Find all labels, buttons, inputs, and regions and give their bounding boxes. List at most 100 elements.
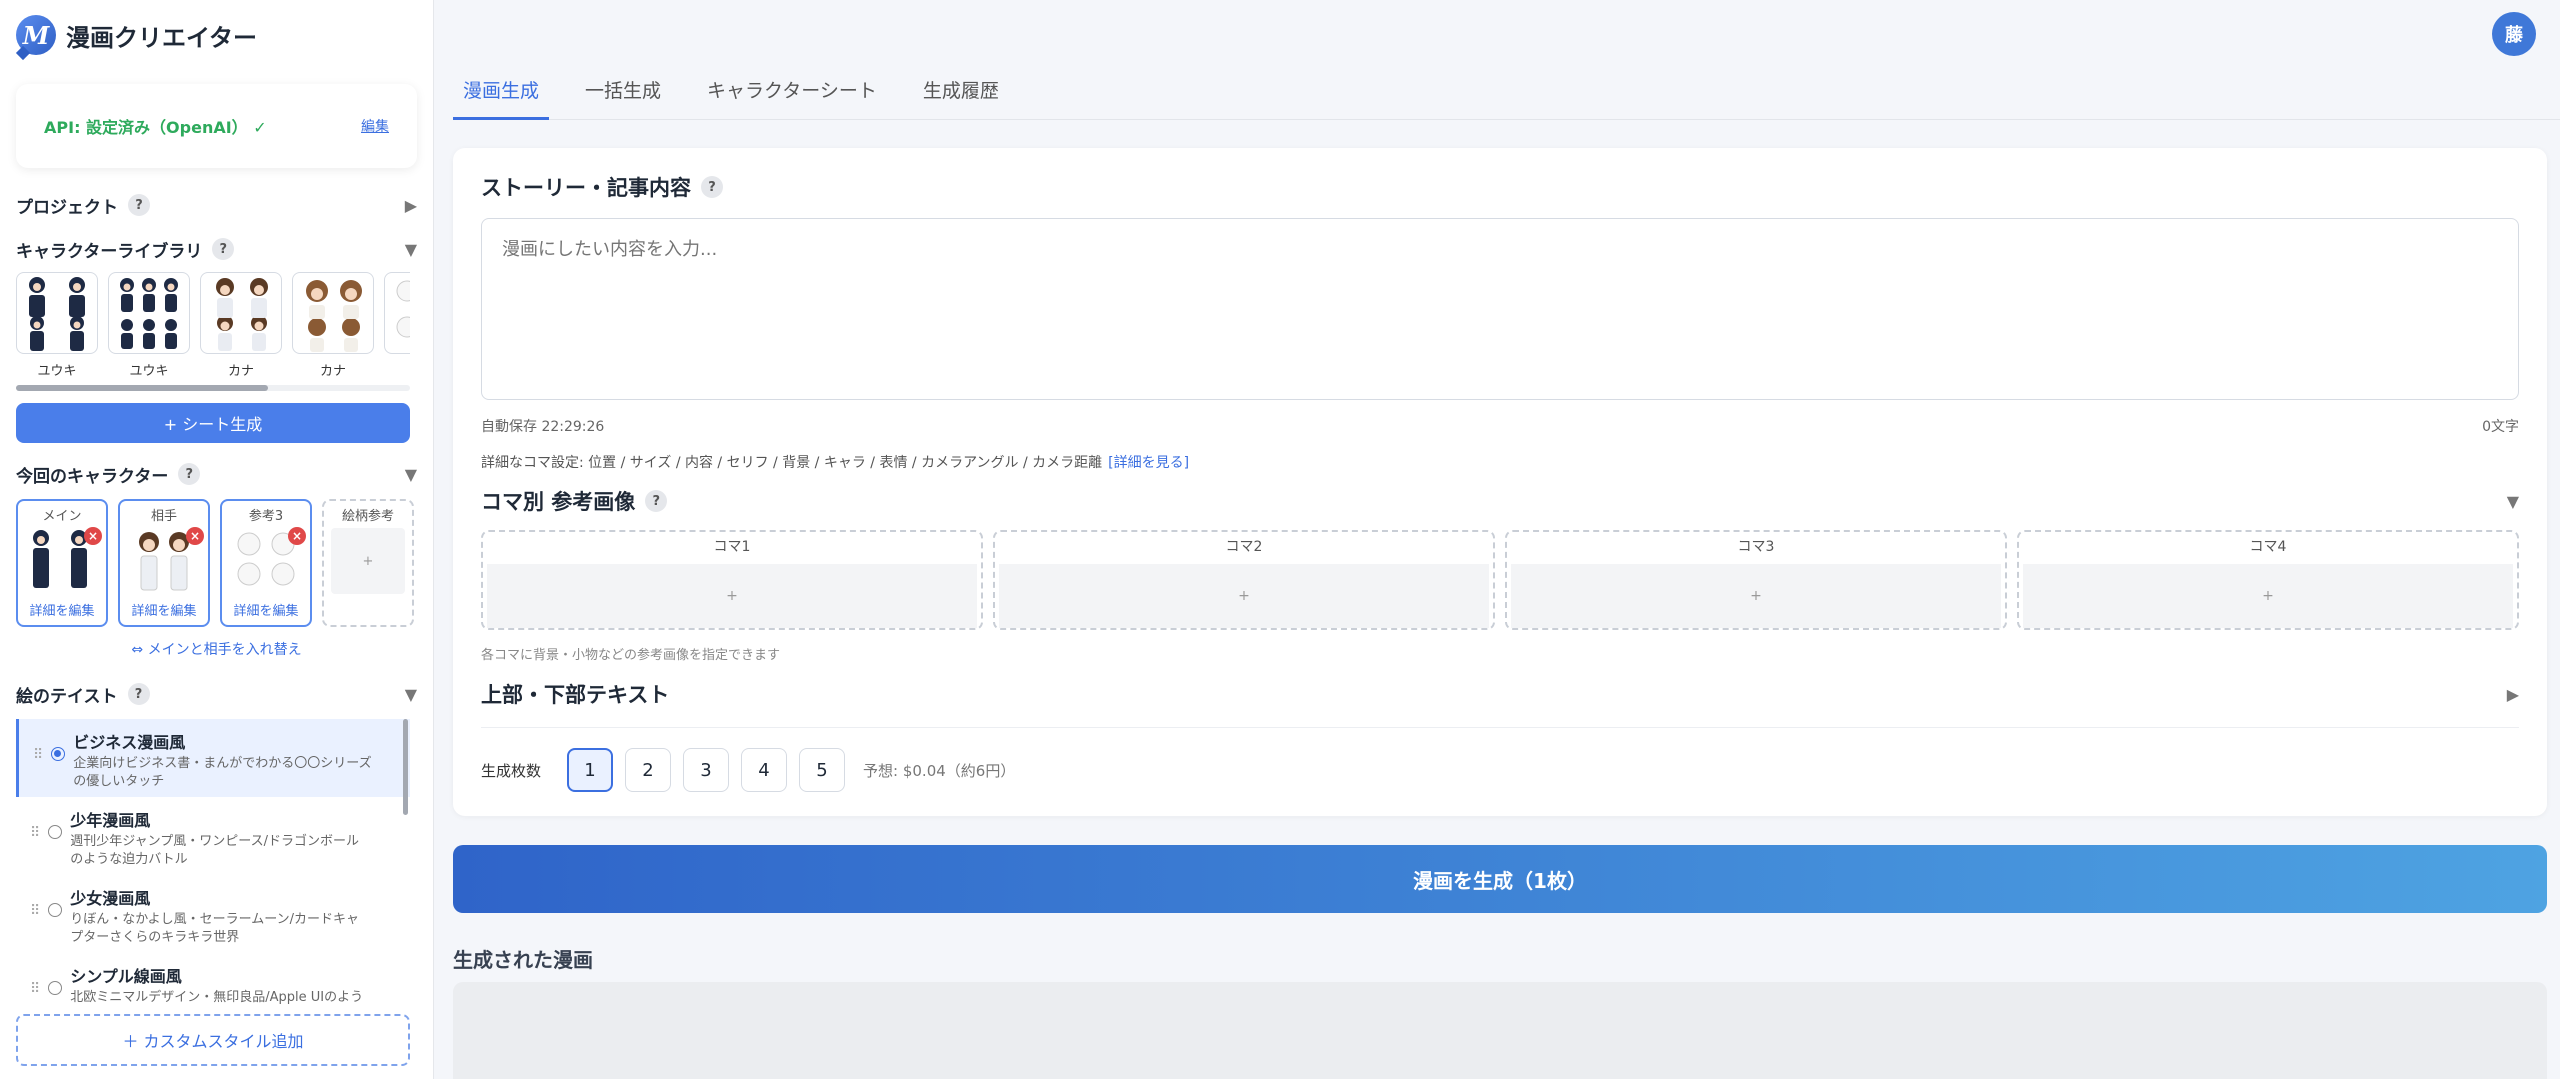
count-option-1[interactable]: 1 bbox=[567, 748, 614, 792]
style-section-header[interactable]: 絵のテイスト ? ▼ bbox=[16, 679, 417, 709]
koma-ref-list: コマ1 + コマ2 + コマ3 + コマ4 + bbox=[481, 530, 2519, 630]
swap-characters-link[interactable]: ⇔ メインと相手を入れ替え bbox=[16, 639, 417, 659]
generate-manga-button[interactable]: 漫画を生成（1枚） bbox=[453, 845, 2547, 913]
style-option[interactable]: ⠿ 少年漫画風 週刊少年ジャンプ風・ワンピース/ドラゴンボールのような迫力バトル bbox=[16, 797, 410, 875]
add-icon[interactable]: + bbox=[487, 564, 977, 628]
detail-settings: 詳細なコマ設定: 位置 / サイズ / 内容 / セリフ / 背景 / キャラ … bbox=[481, 452, 2519, 472]
expand-arrow-icon[interactable]: ▶ bbox=[2507, 685, 2519, 704]
koma-ref-slot[interactable]: コマ4 + bbox=[2017, 530, 2519, 630]
library-scrollbar[interactable] bbox=[16, 385, 410, 391]
current-characters-list: メイン 詳細を編集 × 相手 詳細を編集 × 参考3 詳細を編集 × 絵柄参考 … bbox=[16, 499, 417, 627]
add-custom-style-button[interactable]: ＋ カスタムスタイル追加 bbox=[16, 1014, 410, 1066]
slot-label: メイン bbox=[42, 509, 82, 524]
user-avatar[interactable]: 藤 bbox=[2492, 12, 2536, 56]
style-name: 少年漫画風 bbox=[70, 811, 151, 830]
library-section-header[interactable]: キャラクターライブラリ ? ▼ bbox=[16, 234, 417, 264]
style-radio[interactable] bbox=[51, 747, 66, 761]
api-status-card: API: 設定済み（OpenAI） ✓ 編集 bbox=[16, 84, 417, 168]
drag-handle-icon[interactable]: ⠿ bbox=[30, 981, 40, 997]
koma-ref-slot[interactable]: コマ1 + bbox=[481, 530, 983, 630]
help-icon[interactable]: ? bbox=[645, 490, 668, 512]
style-list-scrollbar[interactable] bbox=[403, 719, 408, 815]
edit-details-link[interactable]: 詳細を編集 bbox=[18, 600, 106, 619]
style-section-title: 絵のテイスト bbox=[16, 686, 118, 707]
main-tabs: 漫画生成 一括生成 キャラクターシート 生成履歴 bbox=[453, 66, 2560, 120]
koma-ref-slot[interactable]: コマ2 + bbox=[993, 530, 1495, 630]
add-icon[interactable]: + bbox=[1511, 564, 2001, 628]
style-option[interactable]: ⠿ 少女漫画風 りぼん・なかよし風・セーラームーン/カードキャプターさくらのキラ… bbox=[16, 875, 410, 953]
style-option[interactable]: ⠿ ビジネス漫画風 企業向けビジネス書・まんがでわかる〇〇シリーズの優しいタッチ bbox=[16, 719, 410, 797]
remove-icon[interactable]: × bbox=[84, 527, 102, 545]
koma-ref-slot[interactable]: コマ3 + bbox=[1505, 530, 2007, 630]
style-option[interactable]: ⠿ シンプル線画風 北欧ミニマルデザイン・無印良品/Apple UIのよう bbox=[16, 953, 410, 1009]
project-section-title: プロジェクト bbox=[16, 197, 118, 218]
tab-character-sheet[interactable]: キャラクターシート bbox=[697, 66, 887, 120]
project-section-header[interactable]: プロジェクト ? ▶ bbox=[16, 190, 417, 220]
library-character[interactable]: カナ bbox=[200, 272, 282, 379]
remove-icon[interactable]: × bbox=[186, 527, 204, 545]
help-icon[interactable]: ? bbox=[701, 176, 723, 198]
character-sheet-thumbnail bbox=[16, 272, 98, 354]
expand-arrow-icon[interactable]: ▶ bbox=[405, 196, 417, 215]
character-name: カナ bbox=[227, 364, 254, 379]
edit-details-link[interactable]: 詳細を編集 bbox=[120, 600, 208, 619]
current-characters-header[interactable]: 今回のキャラクター ? ▼ bbox=[16, 459, 417, 489]
character-slot-style-ref[interactable]: 絵柄参考 + bbox=[322, 499, 414, 627]
count-option-2[interactable]: 2 bbox=[625, 748, 672, 792]
autosave-status: 自動保存 22:29:26 bbox=[481, 419, 605, 435]
slot-label: 絵柄参考 bbox=[341, 509, 394, 524]
character-sheet-thumbnail bbox=[292, 272, 374, 354]
count-option-3[interactable]: 3 bbox=[683, 748, 730, 792]
character-library-list: ユウキ ユウキ カナ カナ bbox=[16, 272, 410, 379]
character-slot-ref3[interactable]: 参考3 詳細を編集 × bbox=[220, 499, 312, 627]
scrollbar-thumb[interactable] bbox=[16, 385, 268, 391]
add-icon[interactable]: + bbox=[999, 564, 1489, 628]
add-icon[interactable]: + bbox=[2023, 564, 2513, 628]
drag-handle-icon[interactable]: ⠿ bbox=[30, 903, 40, 919]
remove-icon[interactable]: × bbox=[288, 527, 306, 545]
library-character[interactable]: ム bbox=[384, 272, 410, 379]
character-sheet-thumbnail bbox=[384, 272, 410, 354]
tab-manga-generate[interactable]: 漫画生成 bbox=[453, 66, 550, 120]
character-slot-partner[interactable]: 相手 詳細を編集 × bbox=[118, 499, 210, 627]
style-radio[interactable] bbox=[48, 981, 63, 995]
help-icon[interactable]: ? bbox=[212, 238, 235, 260]
style-radio[interactable] bbox=[48, 825, 63, 839]
help-icon[interactable]: ? bbox=[128, 194, 150, 216]
help-icon[interactable]: ? bbox=[178, 463, 201, 485]
count-option-5[interactable]: 5 bbox=[799, 748, 846, 792]
generate-panel: ストーリー・記事内容 ? 自動保存 22:29:26 0文字 詳細なコマ設定: … bbox=[453, 148, 2547, 816]
api-edit-link[interactable]: 編集 bbox=[361, 116, 389, 136]
detail-link[interactable]: [詳細を見る] bbox=[1108, 455, 1189, 471]
tab-history[interactable]: 生成履歴 bbox=[913, 66, 1009, 120]
sheet-generate-button[interactable]: + シート生成 bbox=[16, 403, 410, 443]
library-character[interactable]: ユウキ bbox=[108, 272, 190, 379]
koma-label: コマ4 bbox=[2249, 539, 2287, 555]
style-description: 北欧ミニマルデザイン・無印良品/Apple UIのよう bbox=[70, 990, 364, 1005]
drag-handle-icon[interactable]: ⠿ bbox=[33, 747, 43, 763]
top-bottom-text-header[interactable]: 上部・下部テキスト ▶ bbox=[481, 679, 2519, 728]
top-bottom-text-title: 上部・下部テキスト bbox=[481, 683, 670, 707]
add-icon[interactable]: + bbox=[331, 528, 405, 594]
collapse-arrow-icon[interactable]: ▼ bbox=[405, 465, 417, 484]
story-input[interactable] bbox=[481, 218, 2519, 400]
drag-handle-icon[interactable]: ⠿ bbox=[30, 825, 40, 841]
character-sheet-thumbnail bbox=[108, 272, 190, 354]
koma-ref-header[interactable]: コマ別 参考画像 ? ▼ bbox=[481, 486, 2519, 516]
library-character[interactable]: カナ bbox=[292, 272, 374, 379]
count-option-4[interactable]: 4 bbox=[741, 748, 788, 792]
style-radio[interactable] bbox=[48, 903, 63, 917]
collapse-arrow-icon[interactable]: ▼ bbox=[2507, 492, 2519, 511]
character-slot-main[interactable]: メイン 詳細を編集 × bbox=[16, 499, 108, 627]
library-character[interactable]: ユウキ bbox=[16, 272, 98, 379]
collapse-arrow-icon[interactable]: ▼ bbox=[405, 685, 417, 704]
collapse-arrow-icon[interactable]: ▼ bbox=[405, 240, 417, 259]
current-characters-title: 今回のキャラクター bbox=[16, 466, 169, 487]
koma-label: コマ3 bbox=[1737, 539, 1775, 555]
edit-details-link[interactable]: 詳細を編集 bbox=[222, 600, 310, 619]
help-icon[interactable]: ? bbox=[127, 683, 150, 705]
sidebar: M 漫画クリエイター API: 設定済み（OpenAI） ✓ 編集 プロジェクト… bbox=[0, 0, 434, 1079]
koma-ref-note: 各コマに背景・小物などの参考画像を指定できます bbox=[481, 648, 781, 663]
tab-batch-generate[interactable]: 一括生成 bbox=[575, 66, 671, 120]
koma-ref-title: コマ別 参考画像 bbox=[481, 490, 636, 514]
